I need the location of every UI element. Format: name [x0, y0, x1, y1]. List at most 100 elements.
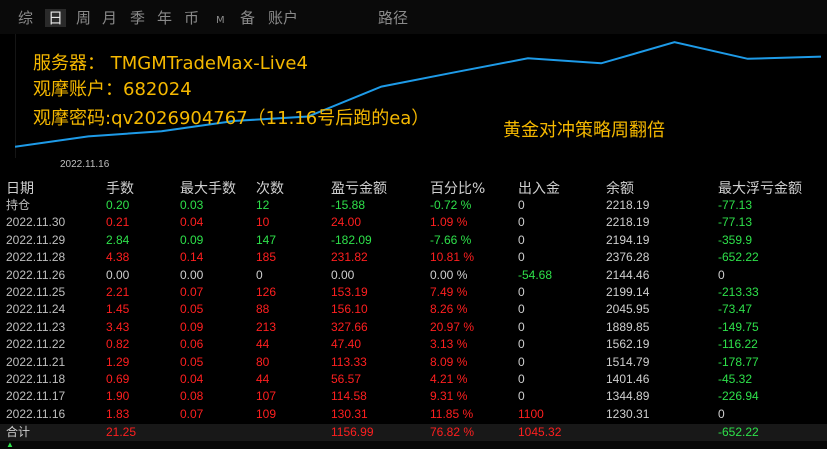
table-row[interactable]: 2022.11.17 1.90 0.08 107 114.58 9.31 % 0 1344.8…	[0, 388, 827, 405]
header-count[interactable]: 次数	[256, 178, 284, 198]
total-lots: 21.25	[106, 425, 137, 439]
cell-max-drawdown: -116.22	[718, 337, 758, 352]
cell-lots: 2.84	[106, 232, 130, 247]
table-row[interactable]: 2022.11.29 2.84 0.09 147 -182.09 -7.66 % 0 2194…	[0, 232, 827, 249]
table-row[interactable]: 2022.11.18 0.69 0.04 44 56.57 4.21 % 0 1401.46 -…	[0, 371, 827, 388]
tab-path[interactable]: 路径	[378, 9, 408, 27]
table-row[interactable]: 2022.11.16 1.83 0.07 109 130.31 11.85 % 1100 12…	[0, 406, 827, 423]
header-balance[interactable]: 余额	[606, 178, 634, 198]
cell-balance: 1230.31	[606, 406, 650, 421]
cell-max-drawdown: -178.77	[718, 354, 759, 369]
status-marker-icon: ▲	[6, 440, 14, 449]
cell-balance: 1514.79	[606, 354, 650, 369]
header-max-lots[interactable]: 最大手数	[180, 178, 236, 198]
cell-balance: 1889.85	[606, 319, 650, 334]
cell-count: 44	[256, 337, 270, 352]
cell-max-drawdown: 0	[718, 406, 725, 421]
cell-percent: 8.26 %	[430, 302, 468, 317]
observer-account: 观摩账户：682024	[33, 79, 192, 100]
cell-balance: 2376.28	[606, 250, 650, 265]
cell-date: 2022.11.16	[6, 406, 66, 421]
cell-percent: 4.21 %	[430, 372, 468, 386]
table-row[interactable]: 2022.11.26 0.00 0.00 0 0.00 0.00 % -54.68 2144.…	[0, 267, 827, 284]
cell-profit: -15.88	[331, 198, 366, 212]
bottom-status-strip: ▲	[0, 441, 827, 449]
cell-deposit: 0	[518, 372, 525, 386]
cell-deposit: 1100	[518, 406, 544, 421]
cell-date: 2022.11.17	[6, 389, 66, 404]
tab-account[interactable]: 账户	[268, 9, 298, 27]
tab-currency[interactable]: 币	[184, 9, 199, 27]
cell-count: 12	[256, 198, 270, 212]
cell-count: 109	[256, 406, 277, 421]
table-row[interactable]: 2022.11.24 1.45 0.05 88 156.10 8.26 % 0 2045.95…	[0, 301, 827, 318]
cell-profit: 327.66	[331, 319, 368, 334]
cell-deposit: 0	[518, 198, 525, 212]
cell-date: 2022.11.18	[6, 372, 66, 386]
total-profit: 1156.99	[331, 425, 374, 439]
cell-date: 2022.11.26	[6, 267, 66, 282]
cell-count: 10	[256, 215, 270, 230]
cell-max-lots: 0.03	[180, 198, 204, 212]
cell-deposit: -54.68	[518, 267, 553, 282]
cell-date: 2022.11.22	[6, 337, 66, 352]
cell-deposit: 0	[518, 354, 525, 369]
tab-overview[interactable]: 综	[18, 9, 33, 27]
cell-deposit: 0	[518, 232, 525, 247]
cell-max-lots: 0.04	[180, 215, 204, 230]
table-row[interactable]: 2022.11.28 4.38 0.14 185 231.82 10.81 % 0 2376.…	[0, 249, 827, 266]
cell-percent: 10.81 %	[430, 250, 475, 265]
header-max-drawdown[interactable]: 最大浮亏金额	[718, 178, 802, 198]
cell-lots: 1.45	[106, 302, 130, 317]
cell-count: 126	[256, 285, 277, 299]
tab-week[interactable]: 周	[76, 9, 91, 27]
cell-count: 0	[256, 267, 263, 282]
cell-lots: 0.69	[106, 372, 130, 386]
table-row[interactable]: 2022.11.23 3.43 0.09 213 327.66 20.97 % 0 1889.…	[0, 319, 827, 336]
header-date[interactable]: 日期	[6, 178, 34, 198]
cell-max-lots: 0.04	[180, 372, 204, 386]
total-label: 合计	[6, 425, 31, 439]
cell-date: 2022.11.23	[6, 319, 66, 334]
header-percent[interactable]: 百分比%	[430, 178, 485, 198]
cell-balance: 2218.19	[606, 215, 650, 230]
cell-lots: 2.21	[106, 285, 130, 299]
cell-percent: 3.13 %	[430, 337, 468, 352]
cell-profit: -182.09	[331, 232, 372, 247]
cell-max-drawdown: 0	[718, 267, 725, 282]
cell-lots: 3.43	[106, 319, 130, 334]
tab-notes[interactable]: 备	[240, 9, 255, 27]
cell-date: 2022.11.30	[6, 215, 66, 230]
strategy-tagline: 黄金对冲策略周翻倍	[503, 120, 665, 141]
table-row[interactable]: 持仓 0.20 0.03 12 -15.88 -0.72 % 0 2218.19 -77.13	[0, 197, 827, 214]
total-deposit: 1045.32	[518, 425, 562, 439]
cell-deposit: 0	[518, 319, 525, 334]
header-lots[interactable]: 手数	[106, 178, 134, 198]
cell-profit: 114.58	[331, 389, 367, 404]
cell-count: 88	[256, 302, 270, 317]
tab-year[interactable]: 年	[157, 9, 172, 27]
cell-balance: 2199.14	[606, 285, 650, 299]
table-row[interactable]: 2022.11.25 2.21 0.07 126 153.19 7.49 % 0 2199.1…	[0, 284, 827, 301]
table-row[interactable]: 2022.11.30 0.21 0.04 10 24.00 1.09 % 0 2218.19 -…	[0, 214, 827, 231]
cell-max-lots: 0.06	[180, 337, 204, 352]
cell-max-drawdown: -359.9	[718, 232, 753, 247]
cell-deposit: 0	[518, 302, 525, 317]
cell-profit: 47.40	[331, 337, 362, 352]
table-row[interactable]: 2022.11.21 1.29 0.05 80 113.33 8.09 % 0 1514.79…	[0, 354, 827, 371]
table-row[interactable]: 2022.11.22 0.82 0.06 44 47.40 3.13 % 0 1562.19 -…	[0, 336, 827, 353]
cell-profit: 156.10	[331, 302, 368, 317]
cell-max-drawdown: -149.75	[718, 319, 759, 334]
server-info: 服务器： TMGMTradeMax-Live4	[33, 53, 308, 74]
cell-profit: 56.57	[331, 372, 362, 386]
tab-m[interactable]: M	[216, 12, 225, 30]
cell-max-lots: 0.08	[180, 389, 204, 404]
header-deposit[interactable]: 出入金	[518, 178, 560, 198]
cell-count: 44	[256, 372, 270, 386]
header-profit[interactable]: 盈亏金额	[331, 178, 387, 198]
tab-day[interactable]: 日	[45, 9, 67, 27]
tab-quarter[interactable]: 季	[130, 9, 145, 27]
cell-max-drawdown: -652.22	[718, 250, 759, 265]
cell-max-drawdown: -45.32	[718, 372, 753, 386]
tab-month[interactable]: 月	[102, 9, 117, 27]
